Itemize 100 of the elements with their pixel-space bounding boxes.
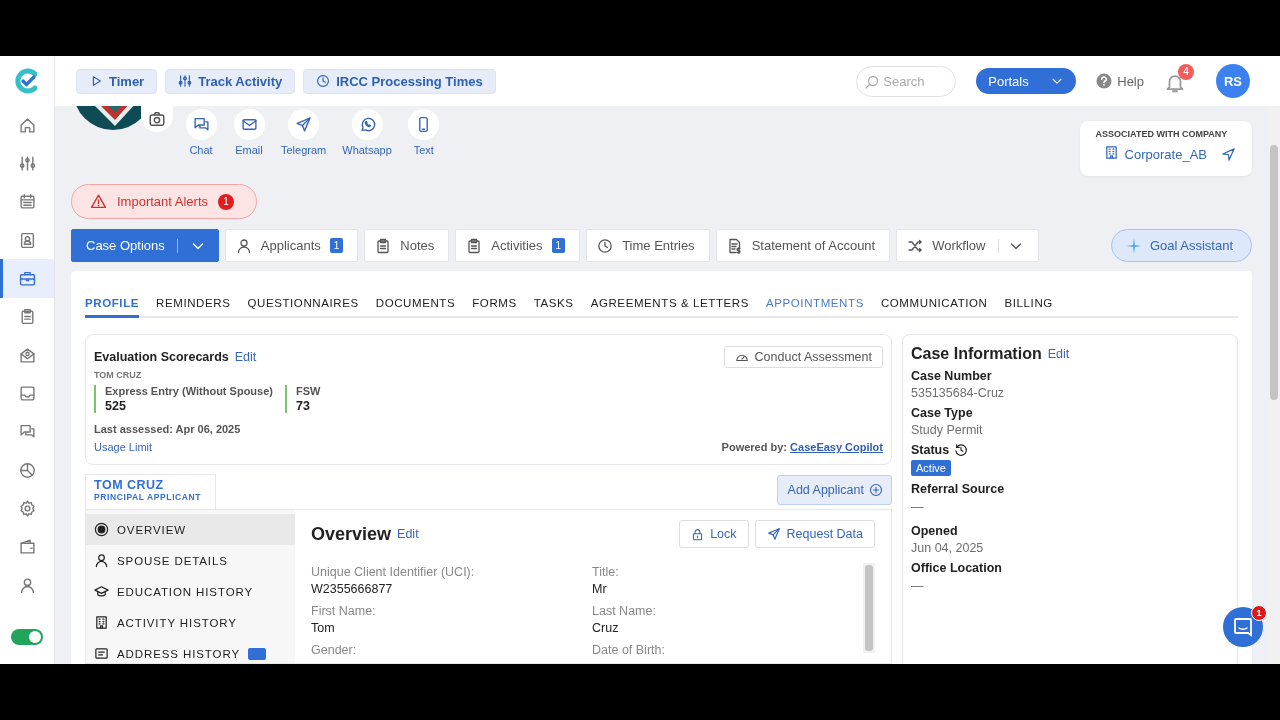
goal-assistant-button[interactable]: Goal Assistant xyxy=(1110,229,1252,262)
field-value: 535135684-Cruz xyxy=(911,386,1006,400)
count-badge: 1 xyxy=(329,238,344,253)
search-icon xyxy=(864,73,881,90)
field-label: First Name: xyxy=(311,604,377,618)
edit-link[interactable]: Edit xyxy=(1047,347,1070,361)
quick-action-button[interactable]: IRCC Processing Times xyxy=(303,68,496,94)
edit-link[interactable]: Edit xyxy=(397,527,419,541)
edit-link[interactable]: Edit xyxy=(234,350,257,364)
contact-button[interactable]: Text xyxy=(407,109,440,184)
score-value: 73 xyxy=(296,399,311,413)
search-field[interactable]: Search xyxy=(856,65,957,97)
notification-count: 4 xyxy=(1178,63,1194,80)
user-icon xyxy=(235,237,252,254)
inbox-icon xyxy=(18,384,36,402)
field-value: Tom xyxy=(311,621,336,635)
case-options-button[interactable]: Case Options xyxy=(71,229,219,262)
case-action-button[interactable]: Activities 1 xyxy=(455,229,581,262)
field-value: Jun 04, 2025 xyxy=(911,541,985,555)
plus-icon xyxy=(869,483,883,497)
contact-button[interactable]: Chat xyxy=(185,109,217,184)
warning-icon xyxy=(90,193,107,210)
score-label: FSW xyxy=(296,385,321,397)
section-nav-item[interactable]: ACTIVITY HISTORY xyxy=(86,607,295,638)
camera-icon xyxy=(148,110,166,128)
calendar-icon xyxy=(18,193,36,211)
notifications-button[interactable]: 4 xyxy=(1162,63,1194,99)
score-label: Express Entry (Without Spouse) xyxy=(105,385,274,397)
user-icon xyxy=(18,576,36,594)
tab[interactable]: FORMS xyxy=(472,285,517,318)
company-link[interactable]: Corporate_AB xyxy=(1124,146,1207,162)
lock-button[interactable]: Lock xyxy=(679,520,749,548)
section-nav-item[interactable]: OVERVIEW xyxy=(86,514,295,545)
target-icon xyxy=(94,522,109,537)
quick-action-button[interactable]: Timer xyxy=(76,68,158,94)
copilot-link[interactable]: CaseEasy Copilot xyxy=(790,441,883,453)
powered-by-text: Powered by: CaseEasy Copilot xyxy=(721,441,883,453)
status-badge: Active xyxy=(911,460,951,476)
tab[interactable]: BILLING xyxy=(1004,285,1053,318)
clipboard-icon xyxy=(466,237,483,254)
case-action-button[interactable]: Workflow xyxy=(896,229,1040,262)
company-heading: ASSOCIATED WITH COMPANY xyxy=(1095,129,1229,139)
tab[interactable]: DOCUMENTS xyxy=(375,285,456,318)
section-nav-item[interactable]: EDUCATION HISTORY xyxy=(86,576,295,607)
field-label: Unique Client Identifier (UCI): xyxy=(311,565,476,579)
card-icon xyxy=(94,646,109,661)
last-assessed-text: Last assessed: Apr 06, 2025 xyxy=(94,423,241,435)
tab[interactable]: PROFILE xyxy=(85,285,140,318)
usage-limit-link[interactable]: Usage Limit xyxy=(94,441,241,453)
request-data-button[interactable]: Request Data xyxy=(754,520,875,548)
contact-button[interactable]: Email xyxy=(233,109,265,184)
important-alerts-button[interactable]: Important Alerts 1 xyxy=(71,184,258,219)
field-label: Date of Birth: xyxy=(592,643,666,657)
sidebar-item[interactable] xyxy=(0,259,54,298)
section-nav-item[interactable]: ADDRESS HISTORY xyxy=(86,638,295,664)
applicant-tab[interactable]: TOM CRUZ PRINCIPAL APPLICANT xyxy=(85,474,216,509)
contact-button[interactable]: Telegram xyxy=(281,109,327,184)
quick-action-button[interactable]: Track Activity xyxy=(165,68,296,94)
case-action-button[interactable]: Statement of Account xyxy=(715,229,891,262)
score-value: 525 xyxy=(105,399,127,413)
case-action-button[interactable]: Time Entries xyxy=(586,229,710,262)
conduct-assessment-button[interactable]: Conduct Assessment xyxy=(723,346,883,368)
chat-count: 1 xyxy=(1251,605,1267,621)
field-label: Office Location xyxy=(911,561,1002,575)
envelope-icon xyxy=(240,116,258,133)
tab[interactable]: AGREEMENTS & LETTERS xyxy=(590,285,749,318)
clipboard-icon xyxy=(18,308,36,326)
clock-icon xyxy=(597,237,614,254)
tab[interactable]: TASKS xyxy=(533,285,574,318)
tab[interactable]: COMMUNICATION xyxy=(880,285,988,318)
open-envelope-icon xyxy=(18,346,36,364)
person-name: TOM CRUZ xyxy=(94,370,143,380)
tab[interactable]: REMINDERS xyxy=(156,285,231,318)
field-value: Study Permit xyxy=(911,423,984,437)
user-icon xyxy=(94,553,109,568)
field-value: — xyxy=(911,500,925,514)
case-action-button[interactable]: Notes xyxy=(364,229,450,262)
help-link[interactable]: Help xyxy=(1096,73,1144,89)
case-action-button[interactable]: Applicants 1 xyxy=(224,229,359,262)
scrollbar[interactable] xyxy=(863,563,875,653)
field-value: Mr xyxy=(592,582,608,596)
contact-button[interactable]: Whatsapp xyxy=(342,109,392,184)
section-nav-item[interactable]: SPOUSE DETAILS xyxy=(86,545,295,576)
portals-dropdown[interactable]: Portals xyxy=(976,68,1077,94)
camera-button[interactable] xyxy=(141,106,173,132)
sliders-icon xyxy=(178,74,193,88)
sliders-icon xyxy=(18,155,36,172)
field-label: Status xyxy=(911,443,950,457)
toggle-switch[interactable] xyxy=(11,629,43,646)
user-avatar[interactable]: RS xyxy=(1216,64,1250,98)
field-value: Cruz xyxy=(592,621,620,635)
count-badge: 1 xyxy=(551,238,566,253)
history-icon xyxy=(954,443,969,457)
tab[interactable]: QUESTIONNAIRES xyxy=(247,285,359,318)
tab[interactable]: APPOINTMENTS xyxy=(766,285,864,318)
add-applicant-button[interactable]: Add Applicant xyxy=(776,475,892,505)
building-icon xyxy=(94,615,109,630)
invoice-icon xyxy=(726,237,743,254)
field-label: Last Name: xyxy=(592,604,657,618)
settings-icon xyxy=(18,499,36,517)
